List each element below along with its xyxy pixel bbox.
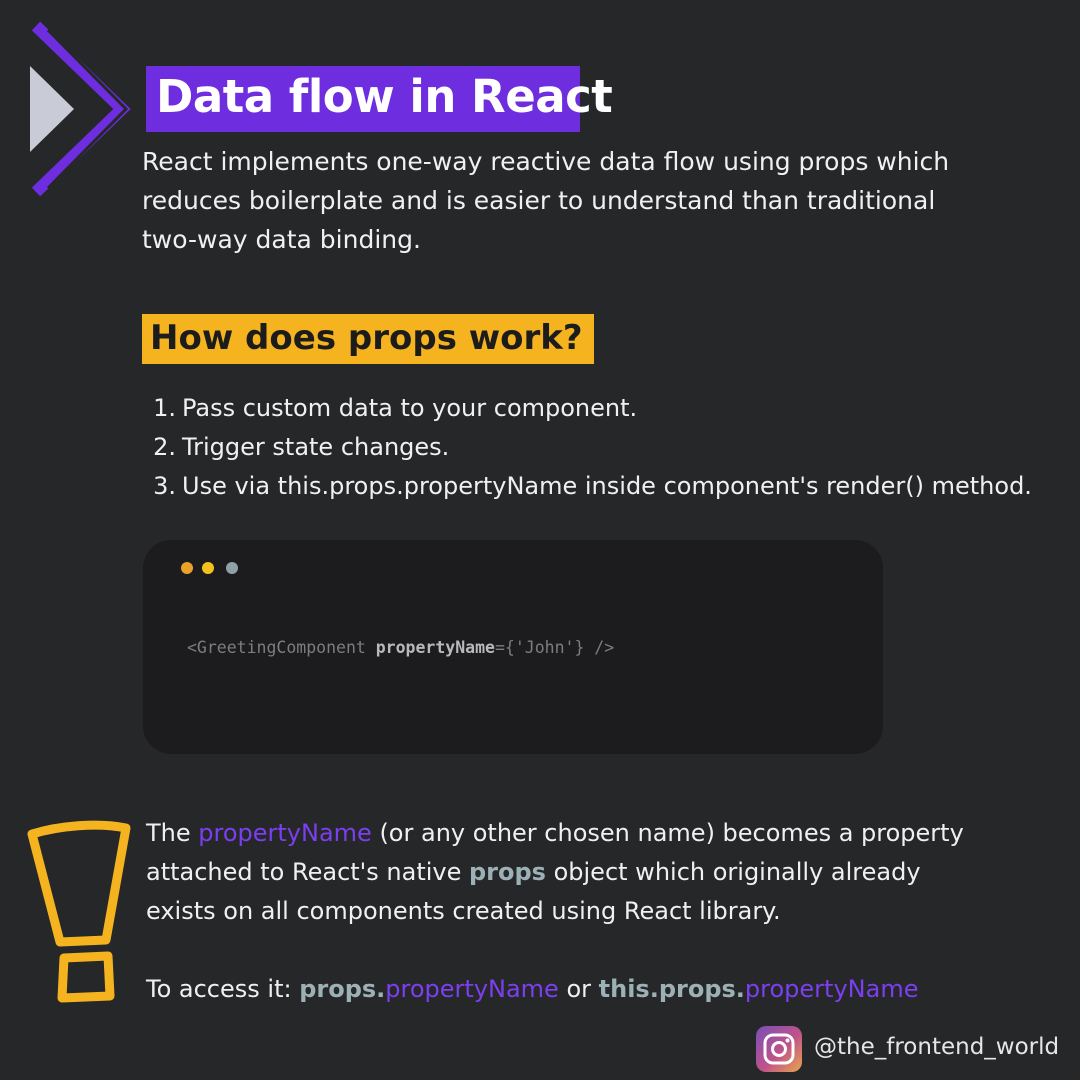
page-title: Data flow in React [156,70,613,123]
instagram-icon[interactable] [756,1026,802,1072]
step-text: Use via this.props.propertyName inside c… [182,471,1032,500]
step-number: 3. [153,471,176,500]
step-text: Pass custom data to your component. [182,393,638,422]
step-text: Trigger state changes. [182,432,450,461]
access-props: props. [299,975,386,1003]
note-text: object which originally already [545,858,921,886]
intro-line: reduces boilerplate and is easier to und… [142,186,936,215]
access-label: To access it: [146,975,300,1003]
step-number: 2. [153,432,176,461]
list-item: 3. Use via this.props.propertyName insid… [140,466,1070,505]
note-paragraph: The propertyName (or any other chosen na… [146,814,1046,931]
access-property-name: propertyName [385,975,559,1003]
exclamation-icon [27,820,131,1003]
list-item: 2. Trigger state changes. [140,427,1070,466]
access-property-name: propertyName [744,975,919,1003]
intro-line: React implements one-way reactive data f… [142,147,950,176]
note-line: The propertyName (or any other chosen na… [146,814,1046,853]
note-text: attached to React's native [146,858,469,886]
code-tag: <GreetingComponent [187,638,376,657]
window-dot-grey [226,562,238,574]
note-text: The [146,819,199,847]
access-or: or [558,975,599,1003]
window-dot-yellow [202,562,214,574]
code-value: ={'John'} /> [494,638,615,657]
highlight-props: props [469,858,546,886]
instagram-glyph-icon [763,1033,795,1065]
access-line: To access it: props.propertyName or this… [146,970,918,1009]
intro-paragraph: React implements one-way reactive data f… [142,142,1012,259]
chevron-logo-icon [30,21,131,196]
window-dot-orange [181,562,193,574]
steps-list: 1. Pass custom data to your component. 2… [140,388,1070,505]
list-item: 1. Pass custom data to your component. [140,388,1070,427]
section-heading: How does props work? [150,318,583,358]
note-line: exists on all components created using R… [146,897,781,925]
code-line: <GreetingComponent propertyName={'John'}… [187,638,614,657]
code-prop: propertyName [375,638,495,657]
access-this-props: this.props. [598,975,745,1003]
code-snippet-card: <GreetingComponent propertyName={'John'}… [143,540,883,754]
social-handle[interactable]: @the_frontend_world [814,1034,1059,1060]
intro-line: two-way data binding. [142,225,421,254]
highlight-property-name: propertyName [198,819,372,847]
note-text: (or any other chosen name) becomes a pro… [371,819,964,847]
step-number: 1. [153,393,176,422]
note-line: attached to React's native props object … [146,853,1046,892]
